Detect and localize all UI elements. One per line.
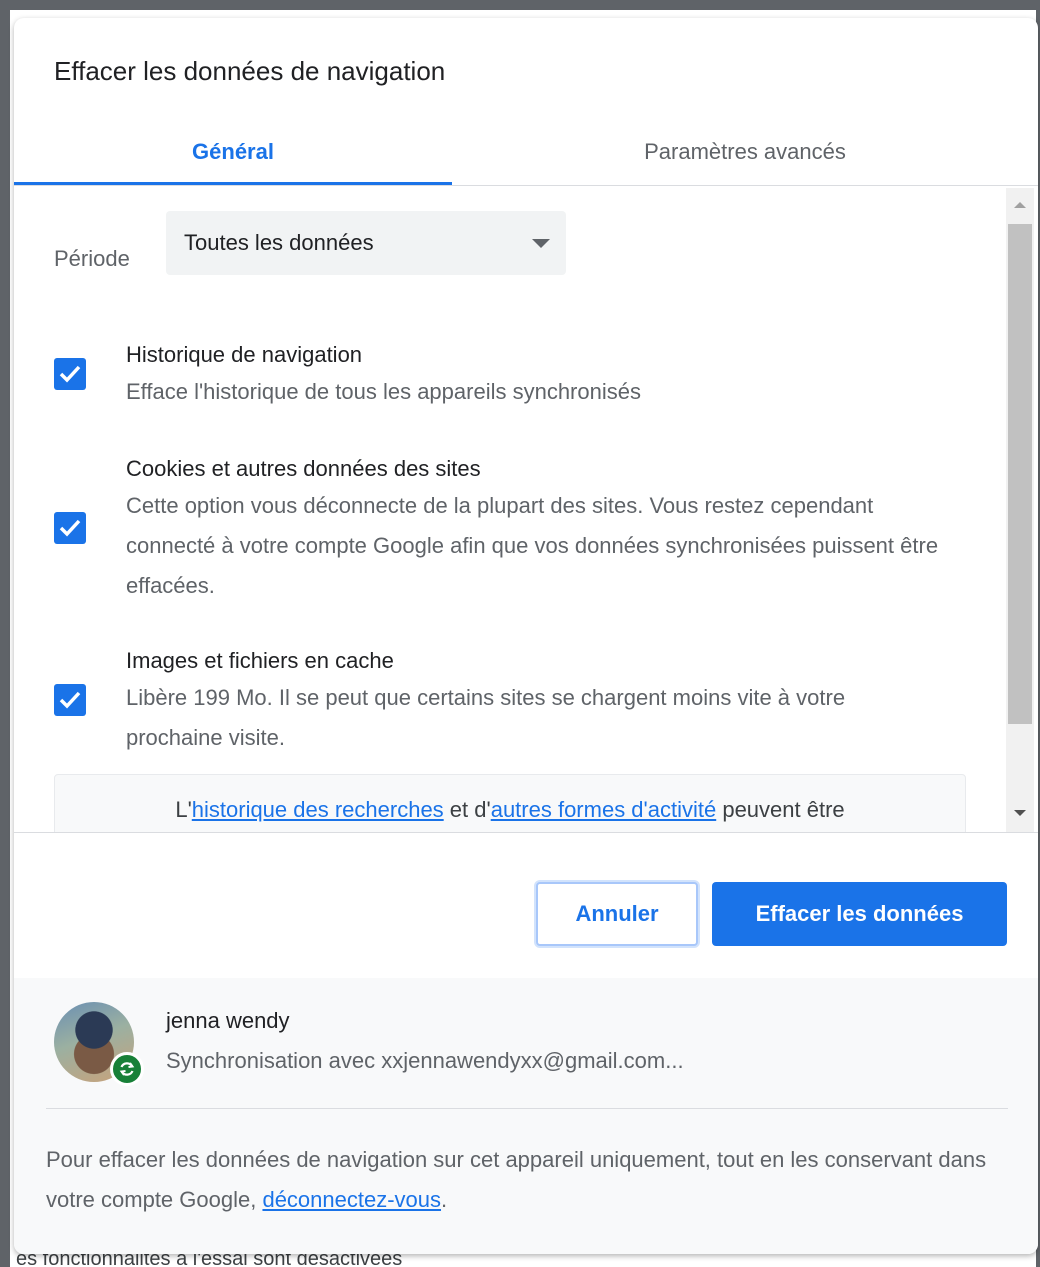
backdrop-top-overlay xyxy=(0,0,1040,10)
account-sync-status: Synchronisation avec xxjennawendyxx@gmai… xyxy=(166,1048,684,1073)
active-tab-indicator xyxy=(14,182,452,185)
checkmark-icon xyxy=(59,365,81,383)
option-description: Efface l'historique de tous les appareil… xyxy=(126,379,641,404)
info-text: et d' xyxy=(443,797,491,822)
cancel-button[interactable]: Annuler xyxy=(536,882,698,946)
option-title: Historique de navigation xyxy=(126,342,363,367)
checkbox-cache[interactable] xyxy=(54,684,86,716)
sign-out-note: Pour effacer les données de navigation s… xyxy=(46,1140,996,1220)
scroll-down-arrow-icon[interactable] xyxy=(1014,810,1026,816)
scroll-up-arrow-icon[interactable] xyxy=(1014,202,1026,208)
sign-out-note-text: . xyxy=(441,1187,448,1212)
account-footer: jenna wendy Synchronisation avec xxjenna… xyxy=(14,978,1038,1254)
footer-divider xyxy=(46,1108,1008,1109)
tab-advanced[interactable]: Paramètres avancés xyxy=(526,118,964,186)
checkbox-cookies[interactable] xyxy=(54,512,86,544)
content-scrollbar[interactable] xyxy=(1006,188,1034,832)
option-description: Libère 199 Mo. Il se peut que certains s… xyxy=(126,685,846,750)
actions-divider xyxy=(14,832,1038,833)
tab-bar: Général Paramètres avancés xyxy=(14,118,1038,186)
search-history-info: L'historique des recherches et d'autres … xyxy=(54,774,966,832)
checkmark-icon xyxy=(59,691,81,709)
backdrop-left-overlay xyxy=(0,0,10,1267)
period-select-value: Toutes les données xyxy=(184,230,374,255)
option-title: Cookies et autres données des sites xyxy=(126,456,481,481)
clear-data-button[interactable]: Effacer les données xyxy=(712,882,1007,946)
period-select[interactable]: Toutes les données xyxy=(166,211,566,275)
option-title: Images et fichiers en cache xyxy=(126,648,394,673)
info-text: peuvent être xyxy=(716,797,845,822)
scroll-thumb[interactable] xyxy=(1008,224,1032,724)
search-history-link[interactable]: historique des recherches xyxy=(192,797,444,822)
option-description: Cette option vous déconnecte de la plupa… xyxy=(126,493,939,598)
dialog-content: Période Toutes les données Historique de… xyxy=(14,186,1004,832)
account-name: jenna wendy xyxy=(166,1008,290,1033)
other-activity-link[interactable]: autres formes d'activité xyxy=(491,797,717,822)
dialog-title: Effacer les données de navigation xyxy=(54,56,446,86)
tab-general[interactable]: Général xyxy=(14,118,452,186)
sync-icon xyxy=(110,1052,144,1086)
checkmark-icon xyxy=(59,519,81,537)
sign-out-note-text: Pour effacer les données de navigation s… xyxy=(46,1147,987,1212)
caret-down-icon xyxy=(532,239,550,248)
period-label: Période xyxy=(54,246,130,271)
clear-browsing-data-dialog: Effacer les données de navigation Généra… xyxy=(14,18,1038,1254)
checkbox-browsing-history[interactable] xyxy=(54,358,86,390)
sign-out-link[interactable]: déconnectez-vous xyxy=(262,1187,441,1212)
info-text: L' xyxy=(175,797,192,822)
